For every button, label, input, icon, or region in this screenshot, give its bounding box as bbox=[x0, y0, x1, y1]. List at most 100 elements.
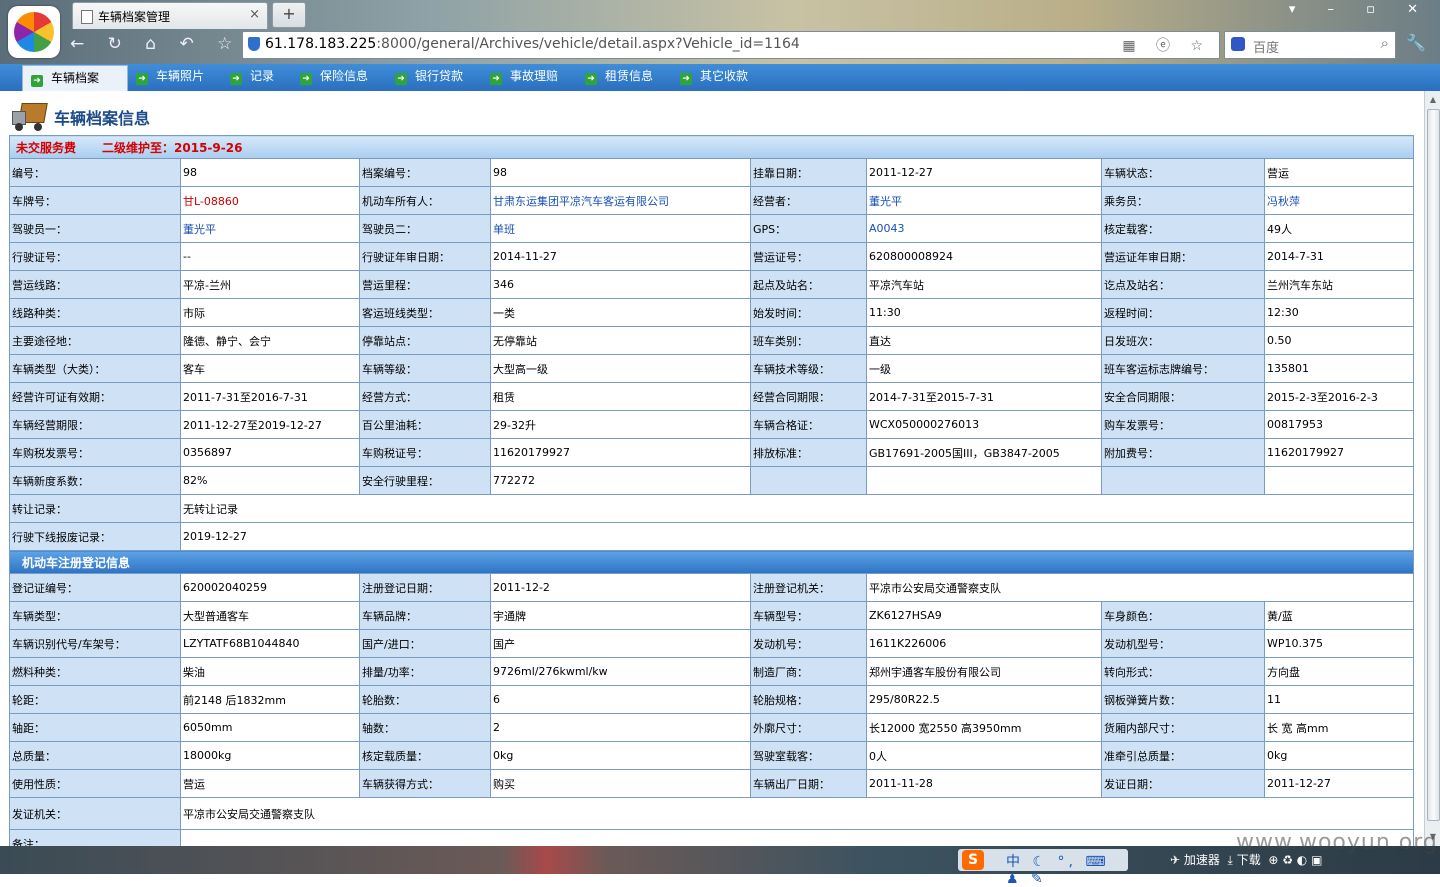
menu-item-label: 租赁信息 bbox=[605, 69, 654, 83]
field-value: 直达 bbox=[866, 326, 1102, 355]
menu-item[interactable]: ➜ 保险信息 bbox=[292, 64, 390, 91]
field-value[interactable]: 董光平 bbox=[866, 186, 1102, 215]
field-value bbox=[866, 466, 1102, 495]
field-value: 135801 bbox=[1263, 354, 1415, 383]
menu-item-label: 记录 bbox=[250, 69, 275, 83]
menu-item[interactable]: ➜ 银行贷款 bbox=[387, 64, 485, 91]
field-value: 国产 bbox=[490, 629, 751, 658]
search-box[interactable]: 百度 ⌕ bbox=[1224, 31, 1396, 59]
table-row: 轴距： 6050mm 轴数： 2 外廓尺寸： 长12000 宽2550 高3950mm 货厢… bbox=[9, 713, 1415, 742]
field-label: 轴距： bbox=[9, 713, 181, 742]
field-label: 客运班线类型： bbox=[359, 298, 491, 327]
field-value: 租赁 bbox=[490, 382, 751, 411]
table-row: 发证机关： 平凉市公安局交通警察支队 bbox=[9, 797, 1415, 830]
field-label: 轮胎数： bbox=[359, 685, 491, 714]
new-tab-button[interactable]: + bbox=[272, 2, 306, 28]
field-value[interactable]: 单班 bbox=[490, 214, 751, 243]
ime-status[interactable]: 中 ☾ °, ⌨ ♟ ✎ bbox=[1006, 851, 1128, 887]
address-bar[interactable]: 61.178.183.225:8000/general/Archives/veh… bbox=[242, 31, 1220, 59]
address-bar-icons[interactable]: ▦ ⓔ ☆ bbox=[1122, 35, 1211, 55]
status-maintenance: 二级维护至：2015-9-26 bbox=[102, 140, 243, 155]
field-label: 日发班次： bbox=[1101, 326, 1265, 355]
menu-item[interactable]: ➜ 记录 bbox=[222, 64, 296, 91]
accelerator-label[interactable]: 加速器 bbox=[1184, 853, 1220, 867]
menu-item[interactable]: ➜ 租赁信息 bbox=[577, 64, 675, 91]
ime-toolbar[interactable]: S 中 ☾ °, ⌨ ♟ ✎ bbox=[958, 849, 1128, 887]
menu-item[interactable]: ➜ 事故理赔 bbox=[482, 64, 580, 91]
field-value[interactable]: 冯秋萍 bbox=[1263, 186, 1415, 215]
field-value: 2019-12-27 bbox=[179, 522, 1415, 551]
menu-item[interactable]: ➜ 车辆照片 bbox=[128, 64, 226, 91]
menu-item[interactable]: ➜ 其它收款 bbox=[672, 64, 770, 91]
field-value: 无停靠站 bbox=[490, 326, 751, 355]
field-label: 注册登记日期： bbox=[359, 573, 491, 602]
url-path: :8000/general/Archives/vehicle/detail.as… bbox=[376, 36, 800, 52]
field-label: 转让记录： bbox=[9, 494, 181, 523]
field-value: 郑州宇通客车股份有限公司 bbox=[866, 657, 1102, 686]
scroll-thumb[interactable] bbox=[1427, 109, 1440, 821]
vertical-scrollbar[interactable]: ▲ ▼ bbox=[1424, 91, 1440, 846]
table-row: 车辆类型（大类）： 客车 车辆等级： 大型高一级 车辆技术等级： 一级 班车客运标志牌编号：… bbox=[9, 354, 1415, 383]
url-host: 61.178.183.225 bbox=[265, 36, 377, 52]
table-row: 经营许可证有效期： 2011-7-31至2016-7-31 经营方式： 租赁 经营合同期… bbox=[9, 382, 1415, 411]
menu-item-label: 车辆档案 bbox=[51, 71, 100, 85]
field-label: 燃料种类： bbox=[9, 657, 181, 686]
search-icon[interactable]: ⌕ bbox=[1381, 34, 1389, 52]
field-value: 黄/蓝 bbox=[1263, 601, 1415, 630]
browser-chrome: 车辆档案管理 × + ▾ – ▫ ✕ ← ↻ ⌂ ↶ ☆ ⊞ 61.178.18… bbox=[0, 0, 1440, 64]
field-label: 驾驶员二： bbox=[359, 214, 491, 243]
field-label: 轮胎规格： bbox=[750, 685, 867, 714]
scroll-up-icon[interactable]: ▲ bbox=[1426, 93, 1440, 107]
field-label: 车辆类型： bbox=[9, 601, 181, 630]
field-label: 班车类别： bbox=[750, 326, 867, 355]
tray-icons[interactable]: ⊕ ♻ ◐ ▣ bbox=[1268, 853, 1322, 867]
field-label: 班车客运标志牌编号： bbox=[1101, 354, 1265, 383]
field-value: 346 bbox=[490, 270, 751, 299]
sogou-ime-icon[interactable]: S bbox=[962, 850, 984, 870]
field-label: 返程时间： bbox=[1101, 298, 1265, 327]
field-value: WCX050000276013 bbox=[866, 410, 1102, 439]
tools-wrench-icon[interactable]: 🔧 bbox=[1406, 33, 1426, 52]
browser-tab[interactable]: 车辆档案管理 × bbox=[72, 2, 268, 29]
arrow-icon: ➜ bbox=[230, 73, 242, 85]
field-label: 轴数： bbox=[359, 713, 491, 742]
field-value: 6 bbox=[490, 685, 751, 714]
window-controls[interactable]: ▾ – ▫ ✕ bbox=[1289, 2, 1432, 17]
table-row: 行驶证号： -- 行驶证年审日期： 2014-11-27 营运证号： 6208000089… bbox=[9, 242, 1415, 271]
field-value: 6050mm bbox=[180, 713, 360, 742]
tab-close-icon[interactable]: × bbox=[249, 7, 260, 22]
table-row: 燃料种类： 柴油 排量/功率： 9726ml/276kwml/kw 制造厂商： 郑州宇通客… bbox=[9, 657, 1415, 686]
page-title: 车辆档案信息 bbox=[54, 109, 151, 128]
download-label[interactable]: 下载 bbox=[1237, 853, 1261, 867]
browser-logo-icon[interactable] bbox=[8, 6, 60, 58]
field-label: 车辆获得方式： bbox=[359, 769, 491, 798]
menu-item[interactable]: ➜ 车辆档案 bbox=[22, 65, 128, 92]
field-value: 12:30 bbox=[1263, 298, 1415, 327]
field-value: 98 bbox=[180, 158, 360, 187]
field-label: 讫点及站名： bbox=[1101, 270, 1265, 299]
field-value[interactable]: 甘肃东运集团平凉汽车客运有限公司 bbox=[490, 186, 751, 215]
field-value: 客车 bbox=[180, 354, 360, 383]
accelerator-icon[interactable]: ✈ bbox=[1170, 853, 1180, 867]
field-value[interactable]: A0043 bbox=[866, 214, 1102, 243]
table-row: 车牌号： 甘L-08860 机动车所有人： 甘肃东运集团平凉汽车客运有限公司 经营者：董… bbox=[9, 186, 1415, 215]
field-label: 外廓尺寸： bbox=[750, 713, 867, 742]
field-value: 2014-7-31 bbox=[1263, 242, 1415, 271]
status-unpaid: 未交服务费 bbox=[16, 140, 77, 155]
field-value: 2015-2-3至2016-2-3 bbox=[1263, 382, 1415, 411]
field-label: 车辆经营期限： bbox=[9, 410, 181, 439]
menu-item-label: 车辆照片 bbox=[156, 69, 205, 83]
field-value: 0.50 bbox=[1263, 326, 1415, 355]
vehicle-detail-table: 未交服务费 二级维护至：2015-9-26 编号： 98 档案编号： 98 挂靠日期： 201… bbox=[8, 135, 1415, 846]
field-label: 车购税发票号： bbox=[9, 438, 181, 467]
field-label: 车辆新度系数： bbox=[9, 466, 181, 495]
field-value: 00817953 bbox=[1263, 410, 1415, 439]
field-value[interactable]: 董光平 bbox=[180, 214, 360, 243]
download-icon[interactable]: ⤓ bbox=[1228, 853, 1233, 867]
field-value: 2011-11-28 bbox=[866, 769, 1102, 798]
field-label: 营运里程： bbox=[359, 270, 491, 299]
field-value: 772272 bbox=[490, 466, 751, 495]
field-label: 轮距： bbox=[9, 685, 181, 714]
field-value: 市际 bbox=[180, 298, 360, 327]
field-value: 9726ml/276kwml/kw bbox=[490, 657, 751, 686]
